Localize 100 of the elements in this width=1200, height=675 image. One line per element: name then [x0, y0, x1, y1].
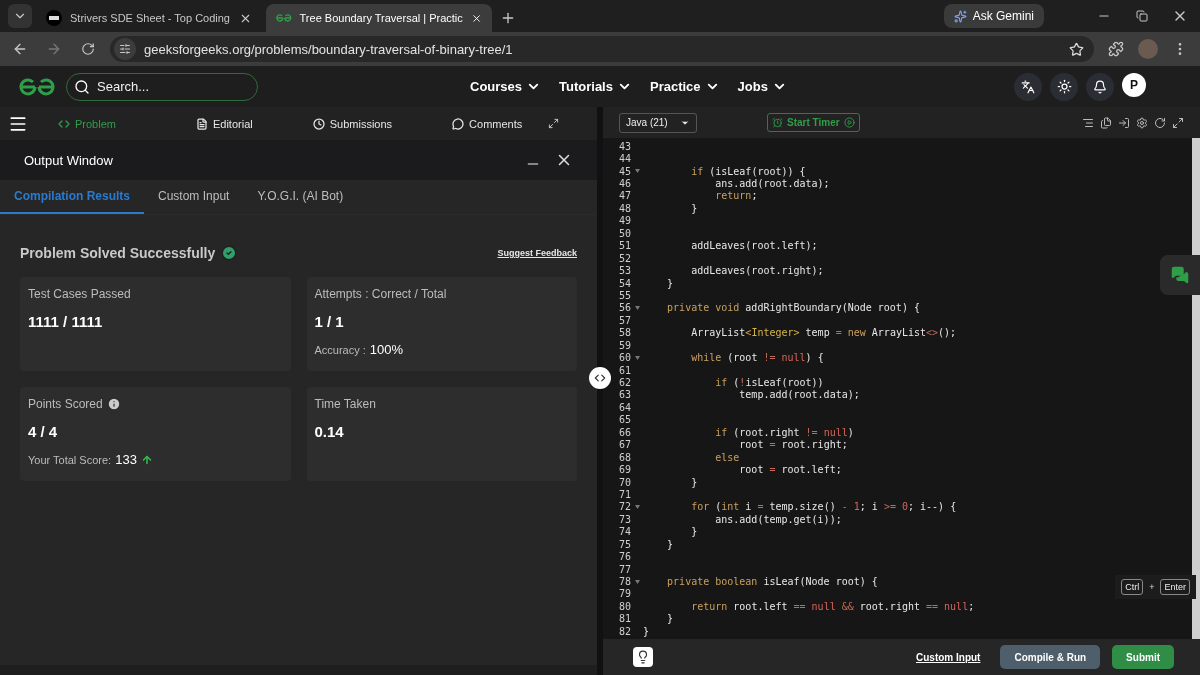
- line-number: 58: [617, 327, 631, 339]
- note-label: Accuracy :: [314, 343, 366, 356]
- line-number: 50: [617, 227, 631, 239]
- line-number: 57: [617, 314, 631, 326]
- line-number: 67: [617, 439, 631, 451]
- line-number: 54: [617, 277, 631, 289]
- code-line: addLeaves(root.left);: [690, 240, 818, 252]
- output-tab[interactable]: Y.O.G.I. (AI Bot): [243, 180, 358, 214]
- code-line: addLeaves(root.right);: [690, 265, 824, 277]
- line-number: 74: [617, 526, 631, 538]
- line-number: 72: [617, 501, 631, 513]
- code-line: ans.add(root.data);: [714, 178, 830, 190]
- card-value: 1 / 1: [314, 313, 345, 330]
- feedback-link[interactable]: Suggest Feedback: [497, 248, 577, 258]
- code-line: if (!isLeaf(root)): [714, 377, 824, 389]
- line-number: 79: [617, 588, 631, 600]
- line-number: 81: [617, 613, 631, 625]
- code-line: if (root.right != null): [714, 426, 854, 438]
- line-number: 48: [617, 202, 631, 214]
- line-number: 82: [617, 625, 631, 637]
- card-value: 1111 / 1111: [28, 313, 104, 330]
- line-number: 45: [617, 165, 631, 177]
- code-line: }: [690, 202, 698, 214]
- code-line: temp.add(root.data);: [738, 389, 860, 401]
- card-value: 0.14: [314, 423, 345, 440]
- line-number: 55: [617, 289, 631, 301]
- line-number: 53: [617, 265, 631, 277]
- browser-tab[interactable]: Strivers SDE Sheet - Top Coding: [36, 4, 262, 32]
- browser-tab[interactable]: Tree Boundary Traversal | Practic: [266, 4, 492, 32]
- ask-gemini-button[interactable]: Ask Gemini: [943, 4, 1044, 28]
- line-number: 49: [617, 215, 631, 227]
- output-tab[interactable]: Custom Input: [144, 180, 244, 214]
- line-number: 44: [617, 153, 631, 165]
- nav-menu[interactable]: Practice: [649, 79, 720, 94]
- line-number: 70: [617, 476, 631, 488]
- line-number: 56: [617, 302, 631, 314]
- code-line: for (int i = temp.size() - 1; i >= 0; i--) {: [690, 501, 957, 513]
- problem-tab[interactable]: Comments: [452, 117, 523, 130]
- card-label: Time Taken: [314, 397, 376, 411]
- line-number: 59: [617, 339, 631, 351]
- line-number: 52: [617, 252, 631, 264]
- code-line: root = root.left;: [738, 464, 842, 476]
- line-number: 80: [617, 600, 631, 612]
- submit-button[interactable]: Submit: [1112, 645, 1174, 669]
- language-select[interactable]: Java (21): [619, 112, 697, 133]
- code-line: }: [666, 613, 674, 625]
- problem-tab[interactable]: Problem: [58, 117, 116, 130]
- compile-run-button[interactable]: Compile & Run: [1000, 645, 1101, 669]
- key-cap: Ctrl: [1121, 579, 1144, 595]
- line-number: 66: [617, 426, 631, 438]
- card-label: Points Scored: [28, 397, 103, 411]
- line-number: 61: [617, 364, 631, 376]
- code-line: }: [666, 538, 674, 550]
- card-label: Attempts : Correct / Total: [314, 287, 447, 301]
- custom-input-link[interactable]: Custom Input: [916, 651, 981, 663]
- status-message: Problem Solved Successfully: [20, 245, 216, 261]
- line-number: 71: [617, 488, 631, 500]
- line-number: 73: [617, 513, 631, 525]
- code-line: }: [690, 476, 698, 488]
- code-line: root = root.right;: [738, 439, 848, 451]
- line-number: 62: [617, 377, 631, 389]
- code-line: return;: [714, 190, 758, 202]
- start-timer-button[interactable]: Start Timer: [767, 113, 860, 132]
- nav-menu[interactable]: Jobs: [737, 79, 787, 94]
- code-line: }: [690, 526, 698, 538]
- line-number: 65: [617, 414, 631, 426]
- code-line: ArrayList<Integer> temp = new ArrayList<>();: [690, 327, 957, 339]
- note-value: 133: [115, 452, 137, 467]
- address-bar[interactable]: geeksforgeeks.org/problems/boundary-traversal-of-binary-tree/1: [110, 36, 1094, 62]
- code-line: private boolean isLeaf(Node root) {: [666, 576, 878, 588]
- card-value: 4 / 4: [28, 423, 59, 440]
- code-line: ans.add(temp.get(i));: [714, 513, 842, 525]
- code-line: else: [714, 451, 740, 463]
- nav-menu[interactable]: Tutorials: [559, 79, 632, 94]
- panel-title: Output Window: [24, 152, 114, 168]
- code-line: return root.left == null && root.right == null;: [690, 600, 975, 612]
- search-field[interactable]: Search...: [66, 72, 258, 101]
- line-number: 75: [617, 538, 631, 550]
- line-number: 60: [617, 352, 631, 364]
- code-line: }: [666, 277, 674, 289]
- line-number: 43: [617, 140, 631, 152]
- line-number: 63: [617, 389, 631, 401]
- plus-sign: +: [1149, 582, 1155, 592]
- line-number: 46: [617, 178, 631, 190]
- note-value: 100%: [369, 342, 404, 357]
- code-line: private void addRightBoundary(Node root) {: [666, 302, 920, 314]
- line-number: 78: [617, 576, 631, 588]
- problem-tab[interactable]: Submissions: [312, 117, 393, 130]
- user-avatar[interactable]: P: [1122, 72, 1146, 97]
- problem-tab[interactable]: Editorial: [195, 117, 253, 130]
- key-cap: Enter: [1160, 579, 1190, 595]
- line-number: 68: [617, 451, 631, 463]
- code-line: }: [643, 625, 650, 637]
- code-line: if (isLeaf(root)) {: [690, 165, 806, 177]
- line-number: 77: [617, 563, 631, 575]
- code-line: while (root != null) {: [690, 352, 824, 364]
- line-number: 47: [617, 190, 631, 202]
- nav-menu[interactable]: Courses: [470, 79, 542, 94]
- card-label: Test Cases Passed: [28, 287, 131, 301]
- line-number: 69: [617, 464, 631, 476]
